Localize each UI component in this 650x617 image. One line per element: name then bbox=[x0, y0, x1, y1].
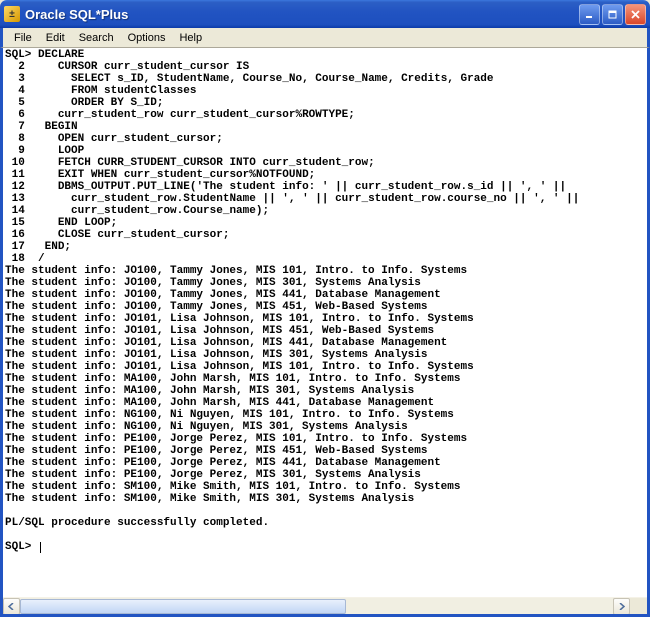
content-area: SQL> DECLARE 2 CURSOR curr_student_curso… bbox=[0, 48, 650, 617]
code-line: ORDER BY S_ID; bbox=[71, 97, 163, 109]
chevron-right-icon bbox=[618, 603, 625, 610]
chevron-left-icon bbox=[8, 603, 15, 610]
titlebar[interactable]: ± Oracle SQL*Plus bbox=[0, 0, 650, 28]
output-line: The student info: JO100, Tammy Jones, MI… bbox=[5, 277, 421, 289]
minimize-button[interactable] bbox=[579, 4, 600, 25]
scroll-left-button[interactable] bbox=[3, 598, 20, 615]
code-line: FETCH CURR_STUDENT_CURSOR INTO curr_stud… bbox=[58, 157, 375, 169]
output-line: The student info: PE100, Jorge Perez, MI… bbox=[5, 433, 467, 445]
output-line: The student info: NG100, Ni Nguyen, MIS … bbox=[5, 421, 408, 433]
line-number: 9 bbox=[18, 145, 25, 157]
line-number: 17 bbox=[12, 241, 25, 253]
output-line: The student info: PE100, Jorge Perez, MI… bbox=[5, 469, 421, 481]
output-line: The student info: MA100, John Marsh, MIS… bbox=[5, 385, 414, 397]
app-icon: ± bbox=[4, 6, 20, 22]
menu-search[interactable]: Search bbox=[72, 30, 121, 46]
code-line: END LOOP; bbox=[58, 217, 117, 229]
output-line: The student info: JO100, Tammy Jones, MI… bbox=[5, 265, 467, 277]
menubar: File Edit Search Options Help bbox=[0, 28, 650, 48]
output-line: The student info: NG100, Ni Nguyen, MIS … bbox=[5, 409, 454, 421]
line-number: 4 bbox=[18, 85, 25, 97]
code-line: LOOP bbox=[58, 145, 84, 157]
text-cursor bbox=[40, 542, 41, 553]
terminal-output[interactable]: SQL> DECLARE 2 CURSOR curr_student_curso… bbox=[3, 48, 647, 597]
sql-prompt: SQL> bbox=[5, 49, 31, 61]
line-number: 11 bbox=[12, 169, 25, 181]
code-line: END; bbox=[45, 241, 71, 253]
minimize-icon bbox=[585, 10, 594, 19]
close-button[interactable] bbox=[625, 4, 646, 25]
line-number: 2 bbox=[18, 61, 25, 73]
code-line: DECLARE bbox=[38, 49, 84, 61]
scroll-thumb[interactable] bbox=[20, 599, 346, 614]
code-line: CLOSE curr_student_cursor; bbox=[58, 229, 230, 241]
code-line: curr_student_row curr_student_cursor%ROW… bbox=[58, 109, 355, 121]
line-number: 3 bbox=[18, 73, 25, 85]
menu-file[interactable]: File bbox=[7, 30, 39, 46]
output-line: The student info: JO101, Lisa Johnson, M… bbox=[5, 349, 427, 361]
line-number: 14 bbox=[12, 205, 25, 217]
output-line: The student info: JO101, Lisa Johnson, M… bbox=[5, 337, 447, 349]
code-line: CURSOR curr_student_cursor IS bbox=[58, 61, 249, 73]
menu-options[interactable]: Options bbox=[121, 30, 173, 46]
line-number: 13 bbox=[12, 193, 25, 205]
code-line: FROM studentClasses bbox=[71, 85, 196, 97]
output-line: The student info: SM100, Mike Smith, MIS… bbox=[5, 493, 414, 505]
code-line: SELECT s_ID, StudentName, Course_No, Cou… bbox=[71, 73, 493, 85]
scroll-track[interactable] bbox=[20, 598, 613, 614]
status-message: PL/SQL procedure successfully completed. bbox=[5, 517, 269, 529]
code-line: / bbox=[38, 253, 45, 265]
sql-prompt: SQL> bbox=[5, 541, 38, 553]
maximize-icon bbox=[608, 10, 617, 19]
scroll-corner bbox=[630, 598, 647, 615]
code-line: curr_student_row.Course_name); bbox=[71, 205, 269, 217]
close-icon bbox=[631, 10, 640, 19]
menu-edit[interactable]: Edit bbox=[39, 30, 72, 46]
output-line: The student info: PE100, Jorge Perez, MI… bbox=[5, 445, 427, 457]
code-line: OPEN curr_student_cursor; bbox=[58, 133, 223, 145]
output-line: The student info: JO101, Lisa Johnson, M… bbox=[5, 361, 474, 373]
line-number: 6 bbox=[18, 109, 25, 121]
menu-help[interactable]: Help bbox=[172, 30, 209, 46]
output-line: The student info: SM100, Mike Smith, MIS… bbox=[5, 481, 460, 493]
code-line: BEGIN bbox=[45, 121, 78, 133]
window-buttons bbox=[579, 4, 646, 25]
output-line: The student info: MA100, John Marsh, MIS… bbox=[5, 397, 434, 409]
output-line: The student info: PE100, Jorge Perez, MI… bbox=[5, 457, 441, 469]
line-number: 15 bbox=[12, 217, 25, 229]
horizontal-scrollbar bbox=[3, 597, 647, 614]
line-number: 10 bbox=[12, 157, 25, 169]
code-line: EXIT WHEN curr_student_cursor%NOTFOUND; bbox=[58, 169, 315, 181]
code-line: DBMS_OUTPUT.PUT_LINE('The student info: … bbox=[58, 181, 566, 193]
output-line: The student info: JO101, Lisa Johnson, M… bbox=[5, 313, 474, 325]
code-line: curr_student_row.StudentName || ', ' || … bbox=[71, 193, 579, 205]
output-line: The student info: JO101, Lisa Johnson, M… bbox=[5, 325, 434, 337]
line-number: 5 bbox=[18, 97, 25, 109]
line-number: 16 bbox=[12, 229, 25, 241]
line-number: 8 bbox=[18, 133, 25, 145]
window-title: Oracle SQL*Plus bbox=[25, 7, 579, 22]
scroll-right-button[interactable] bbox=[613, 598, 630, 615]
output-line: The student info: JO100, Tammy Jones, MI… bbox=[5, 289, 441, 301]
line-number: 12 bbox=[12, 181, 25, 193]
output-line: The student info: JO100, Tammy Jones, MI… bbox=[5, 301, 427, 313]
maximize-button[interactable] bbox=[602, 4, 623, 25]
line-number: 7 bbox=[18, 121, 25, 133]
output-line: The student info: MA100, John Marsh, MIS… bbox=[5, 373, 460, 385]
line-number: 18 bbox=[12, 253, 25, 265]
